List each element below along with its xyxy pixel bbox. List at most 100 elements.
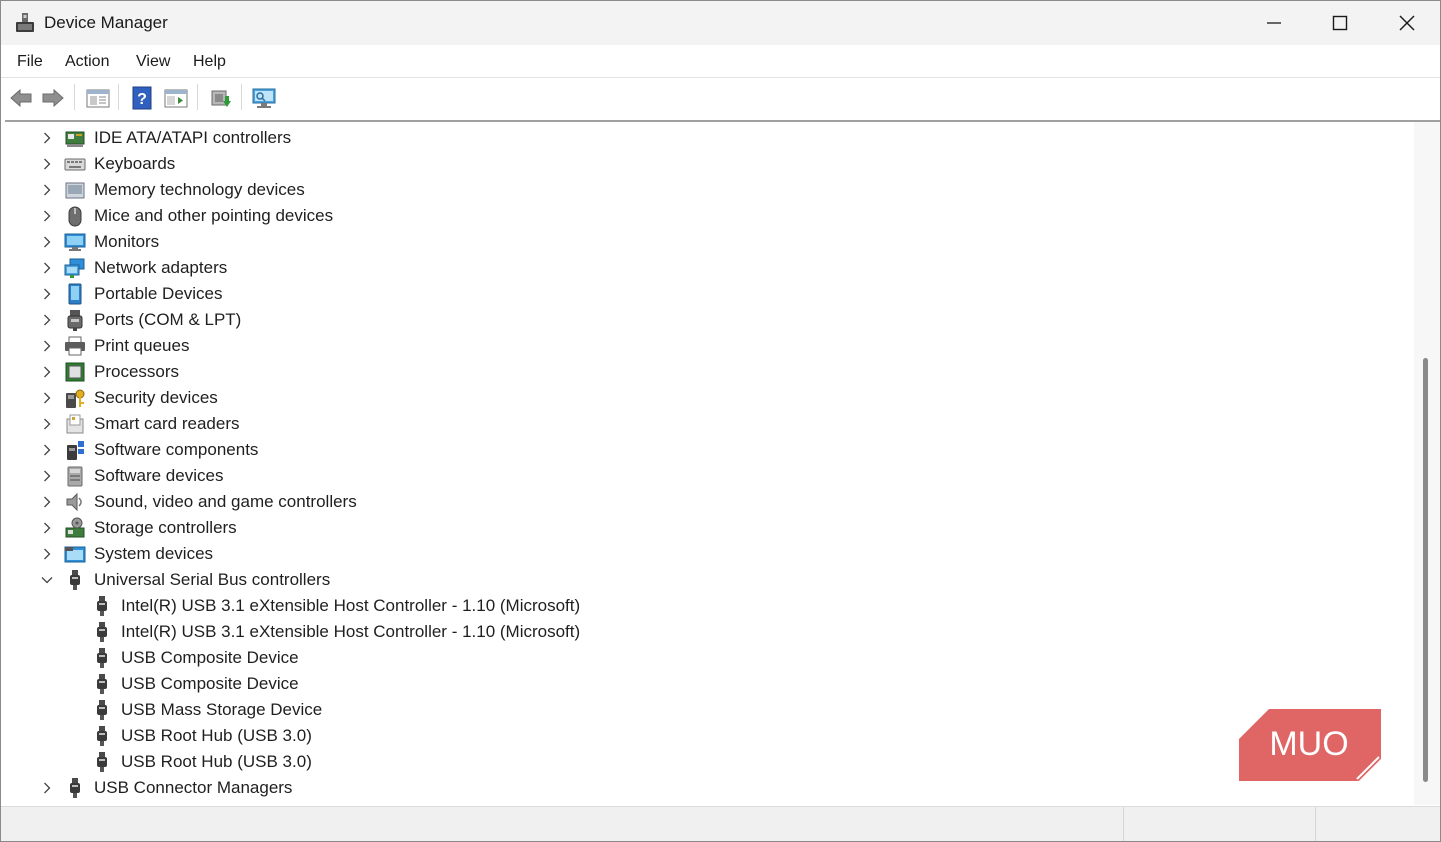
- chevron-right-icon[interactable]: [40, 547, 54, 561]
- show-hide-tree-button[interactable]: [162, 84, 190, 112]
- chevron-right-icon[interactable]: [40, 443, 54, 457]
- tree-item-device[interactable]: USB Root Hub (USB 3.0): [5, 723, 805, 749]
- tree-item-category[interactable]: Processors: [5, 359, 805, 385]
- menu-file[interactable]: File: [17, 53, 43, 71]
- tree-item-category[interactable]: Sound, video and game controllers: [5, 489, 805, 515]
- tree-item-device[interactable]: Intel(R) USB 3.1 eXtensible Host Control…: [5, 619, 805, 645]
- scan-hardware-button[interactable]: [251, 84, 279, 112]
- tree-item-label: Security devices: [94, 388, 218, 407]
- window-title: Device Manager: [44, 13, 168, 32]
- scrollbar-thumb[interactable]: [1423, 358, 1428, 782]
- forward-icon: [42, 88, 64, 108]
- scan-hardware-icon: [252, 88, 276, 108]
- usb-icon: [97, 648, 107, 668]
- tree-item-label: Universal Serial Bus controllers: [94, 570, 331, 589]
- smart-card-reader-icon: [66, 414, 84, 434]
- usb-icon: [97, 726, 107, 746]
- minimize-button[interactable]: [1241, 1, 1307, 45]
- menu-action[interactable]: Action: [65, 53, 109, 71]
- tree-item-category[interactable]: Monitors: [5, 229, 805, 255]
- tree-item-category[interactable]: Software devices: [5, 463, 805, 489]
- tree-item-category[interactable]: System devices: [5, 541, 805, 567]
- title-bar[interactable]: Device Manager: [1, 1, 1440, 45]
- chevron-right-icon[interactable]: [40, 365, 54, 379]
- tree-item-device[interactable]: Intel(R) USB 3.1 eXtensible Host Control…: [5, 593, 805, 619]
- tree-item-category[interactable]: Portable Devices: [5, 281, 805, 307]
- tree-item-device[interactable]: USB Composite Device: [5, 645, 805, 671]
- tree-item-label: Portable Devices: [94, 284, 223, 303]
- chevron-right-icon[interactable]: [40, 469, 54, 483]
- menu-bar: File Action View Help: [1, 45, 1440, 78]
- ide-controller-icon: [65, 131, 85, 147]
- forward-button[interactable]: [39, 84, 67, 112]
- close-button[interactable]: [1374, 1, 1440, 45]
- menu-help[interactable]: Help: [193, 53, 226, 71]
- maximize-button[interactable]: [1307, 1, 1373, 45]
- chevron-right-icon[interactable]: [40, 417, 54, 431]
- tree-item-category[interactable]: Software components: [5, 437, 805, 463]
- tree-item-device[interactable]: USB Composite Device: [5, 671, 805, 697]
- tree-item-category[interactable]: Keyboards: [5, 151, 805, 177]
- back-button[interactable]: [7, 84, 35, 112]
- tree-item-label: Intel(R) USB 3.1 eXtensible Host Control…: [121, 596, 581, 615]
- chevron-right-icon[interactable]: [40, 209, 54, 223]
- update-driver-button[interactable]: [207, 84, 235, 112]
- tree-item-category[interactable]: Security devices: [5, 385, 805, 411]
- tree-item-label: USB Connector Managers: [94, 778, 293, 797]
- software-device-icon: [67, 466, 83, 487]
- software-component-icon: [67, 441, 84, 460]
- tree-item-label: Sound, video and game controllers: [94, 492, 357, 511]
- device-tree[interactable]: IDE ATA/ATAPI controllers Keyboards Memory…: [5, 122, 1413, 805]
- chevron-right-icon[interactable]: [40, 391, 54, 405]
- tree-item-label: Software devices: [94, 466, 224, 485]
- keyboard-icon: [64, 158, 86, 171]
- tree-item-category[interactable]: Network adapters: [5, 255, 805, 281]
- tree-item-label: Mice and other pointing devices: [94, 206, 334, 225]
- tree-item-label: Memory technology devices: [94, 180, 305, 199]
- properties-pane-button[interactable]: [84, 84, 112, 112]
- chevron-down-icon[interactable]: [40, 573, 54, 587]
- tree-item-category[interactable]: Ports (COM & LPT): [5, 307, 805, 333]
- help-icon: ?: [132, 86, 152, 110]
- chevron-right-icon[interactable]: [40, 313, 54, 327]
- chevron-right-icon[interactable]: [40, 495, 54, 509]
- tree-item-category[interactable]: IDE ATA/ATAPI controllers: [5, 125, 805, 151]
- chevron-right-icon[interactable]: [40, 261, 54, 275]
- tree-item-category[interactable]: Universal Serial Bus controllers: [5, 567, 805, 593]
- usb-icon: [97, 700, 107, 720]
- security-device-icon: [66, 389, 85, 408]
- tree-item-category[interactable]: Print queues: [5, 333, 805, 359]
- memory-device-icon: [65, 182, 85, 199]
- chevron-right-icon[interactable]: [40, 287, 54, 301]
- tree-item-label: Monitors: [94, 232, 160, 251]
- chevron-right-icon[interactable]: [40, 339, 54, 353]
- svg-text:?: ?: [137, 91, 147, 108]
- tree-item-label: Smart card readers: [94, 414, 240, 433]
- usb-icon: [70, 570, 80, 590]
- tree-item-category[interactable]: Storage controllers: [5, 515, 805, 541]
- tree-item-label: USB Mass Storage Device: [121, 700, 323, 719]
- chevron-right-icon[interactable]: [40, 131, 54, 145]
- tree-item-label: Software components: [94, 440, 259, 459]
- tree-item-device[interactable]: USB Root Hub (USB 3.0): [5, 749, 805, 775]
- tree-item-category[interactable]: USB Connector Managers: [5, 775, 805, 801]
- tree-item-category[interactable]: Memory technology devices: [5, 177, 805, 203]
- menu-view[interactable]: View: [136, 53, 170, 71]
- portable-device-icon: [68, 283, 82, 305]
- chevron-right-icon[interactable]: [40, 235, 54, 249]
- chevron-right-icon[interactable]: [40, 157, 54, 171]
- update-driver-icon: [211, 90, 231, 107]
- chevron-right-icon[interactable]: [40, 521, 54, 535]
- help-button[interactable]: ?: [128, 84, 156, 112]
- usb-icon: [97, 674, 107, 694]
- vertical-scrollbar[interactable]: [1414, 122, 1440, 805]
- chevron-right-icon[interactable]: [40, 781, 54, 795]
- tree-item-category[interactable]: Smart card readers: [5, 411, 805, 437]
- chevron-right-icon[interactable]: [40, 183, 54, 197]
- tree-item-label: Ports (COM & LPT): [94, 310, 242, 329]
- tree-item-category[interactable]: Mice and other pointing devices: [5, 203, 805, 229]
- mouse-icon: [68, 206, 82, 227]
- tree-item-device[interactable]: USB Mass Storage Device: [5, 697, 805, 723]
- network-adapter-icon: [64, 258, 85, 278]
- tree-item-label: USB Root Hub (USB 3.0): [121, 752, 312, 771]
